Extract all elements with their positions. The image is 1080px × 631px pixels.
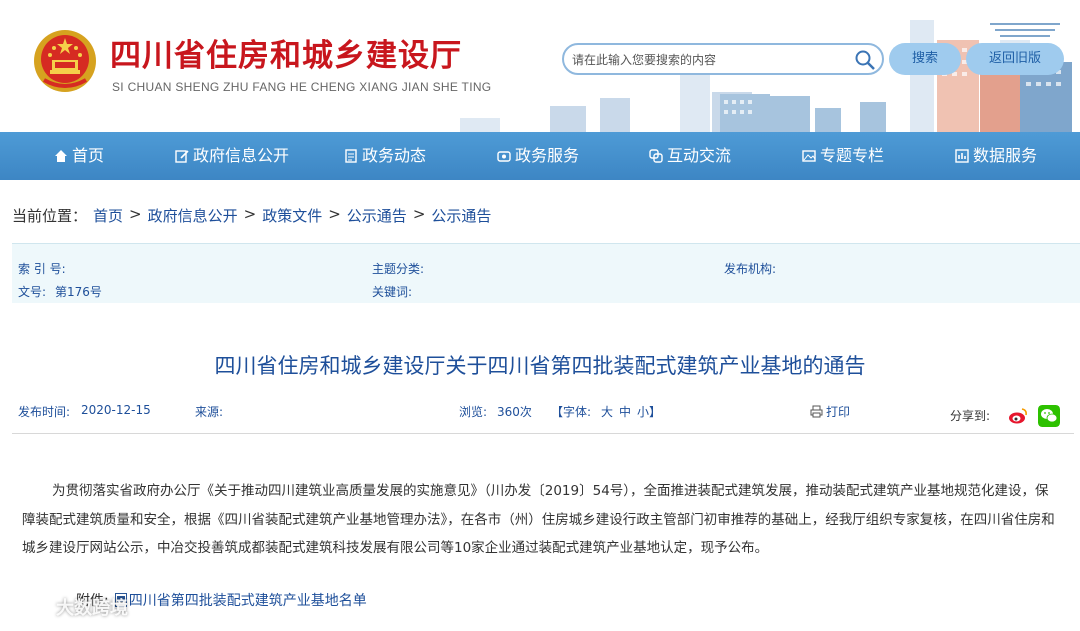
publish-time-label: 发布时间:	[18, 405, 71, 419]
breadcrumb-separator: >	[129, 205, 142, 223]
publisher-label: 发布机构:	[724, 262, 777, 276]
old-version-button[interactable]: 返回旧版	[966, 43, 1064, 75]
breadcrumb-item-notices[interactable]: 公示通告	[347, 205, 407, 226]
nav-label: 首页	[72, 146, 105, 165]
nav-item-home[interactable]: 首页	[54, 132, 104, 180]
breadcrumb-separator: >	[243, 205, 257, 223]
topic-label: 主题分类:	[372, 262, 425, 276]
font-size-large-link[interactable]: 大	[601, 403, 613, 420]
index-number-label: 索 引 号:	[18, 262, 66, 276]
print-label: 打印	[826, 405, 851, 419]
watermark: 大数跨境	[8, 594, 128, 620]
edit-icon	[175, 150, 189, 163]
breadcrumb-item-home[interactable]: 首页	[93, 205, 123, 226]
print-button[interactable]: 打印	[810, 403, 850, 420]
doc-number-label: 文号:	[18, 285, 47, 299]
nav-item-gov-info[interactable]: 政府信息公开	[175, 132, 289, 180]
site-title: 四川省住房和城乡建设厅	[110, 38, 462, 74]
article-title: 四川省住房和城乡建设厅关于四川省第四批装配式建筑产业基地的通告	[214, 354, 866, 378]
print-icon	[810, 405, 823, 418]
nav-label: 数据服务	[973, 146, 1038, 165]
nav-label: 专题专栏	[820, 146, 885, 165]
breadcrumb-separator: >	[412, 205, 426, 223]
attachment-link[interactable]: 四川省第四批装配式建筑产业基地名单	[129, 590, 367, 610]
wechat-icon[interactable]	[1038, 405, 1060, 427]
nav-item-gov-news[interactable]: 政务动态	[344, 132, 426, 180]
breadcrumb-prefix: 当前位置：	[12, 207, 88, 225]
doc-number-value: 第176号	[55, 285, 102, 299]
font-size-label: 【字体:	[551, 405, 592, 419]
image-icon	[802, 150, 816, 162]
search-button[interactable]: 搜索	[889, 43, 961, 75]
nav-item-interaction[interactable]: 互动交流	[649, 132, 731, 180]
publish-time-value: 2020-12-15	[81, 403, 151, 417]
main-nav: 首页 政府信息公开 政务动态 政务服务 互动交流 专题专栏 数据服务	[0, 132, 1080, 180]
keywords-label: 关键词:	[372, 285, 413, 299]
watermark-text: 大数跨境	[56, 598, 128, 619]
nav-label: 政务服务	[515, 146, 580, 165]
national-emblem-icon	[34, 30, 96, 92]
font-size-medium-link[interactable]: 中	[619, 403, 631, 420]
article-body: 为贯彻落实省政府办公厅《关于推动四川建筑业高质量发展的实施意见》（川办发〔201…	[22, 483, 1055, 556]
font-size-small-link[interactable]: 小】	[637, 403, 661, 420]
breadcrumb-item-notices-current[interactable]: 公示通告	[431, 205, 491, 226]
views-count: 360次	[497, 405, 532, 419]
breadcrumb-item-gov-info[interactable]: 政府信息公开	[148, 205, 238, 226]
share-label: 分享到:	[950, 409, 991, 423]
search-input[interactable]	[572, 50, 852, 70]
document-icon	[345, 149, 357, 163]
data-icon	[955, 149, 969, 163]
search-icon[interactable]	[854, 49, 876, 71]
nav-item-special-topics[interactable]: 专题专栏	[802, 132, 884, 180]
source-label: 来源:	[195, 405, 224, 419]
breadcrumb-separator: >	[328, 205, 341, 223]
nav-label: 政务动态	[362, 146, 427, 165]
site-pinyin: SI CHUAN SHENG ZHU FANG HE CHENG XIANG J…	[112, 80, 492, 94]
breadcrumb: 当前位置： 首页 > 政府信息公开 > 政策文件 > 公示通告 > 公示通告	[12, 205, 491, 226]
nav-label: 互动交流	[667, 146, 732, 165]
weibo-icon[interactable]	[1007, 405, 1029, 427]
nav-item-data-service[interactable]: 数据服务	[955, 132, 1037, 180]
site-header: 四川省住房和城乡建设厅 SI CHUAN SHENG ZHU FANG HE C…	[0, 0, 1080, 132]
nav-label: 政府信息公开	[193, 146, 290, 165]
home-icon	[55, 150, 67, 162]
article-info-row: 发布时间: 2020-12-15 来源: 浏览: 360次 【字体: 大 中 小…	[12, 398, 1074, 434]
interact-icon	[649, 149, 663, 163]
views-label: 浏览:	[459, 405, 488, 419]
breadcrumb-item-policy[interactable]: 政策文件	[262, 205, 322, 226]
watermark-logo-icon	[8, 599, 51, 615]
article-meta-box: 索 引 号: 主题分类: 发布机构: 文号: 第176号 关键词:	[12, 243, 1080, 303]
nav-item-gov-service[interactable]: 政务服务	[497, 132, 579, 180]
search-box	[562, 43, 884, 75]
service-icon	[497, 151, 511, 162]
